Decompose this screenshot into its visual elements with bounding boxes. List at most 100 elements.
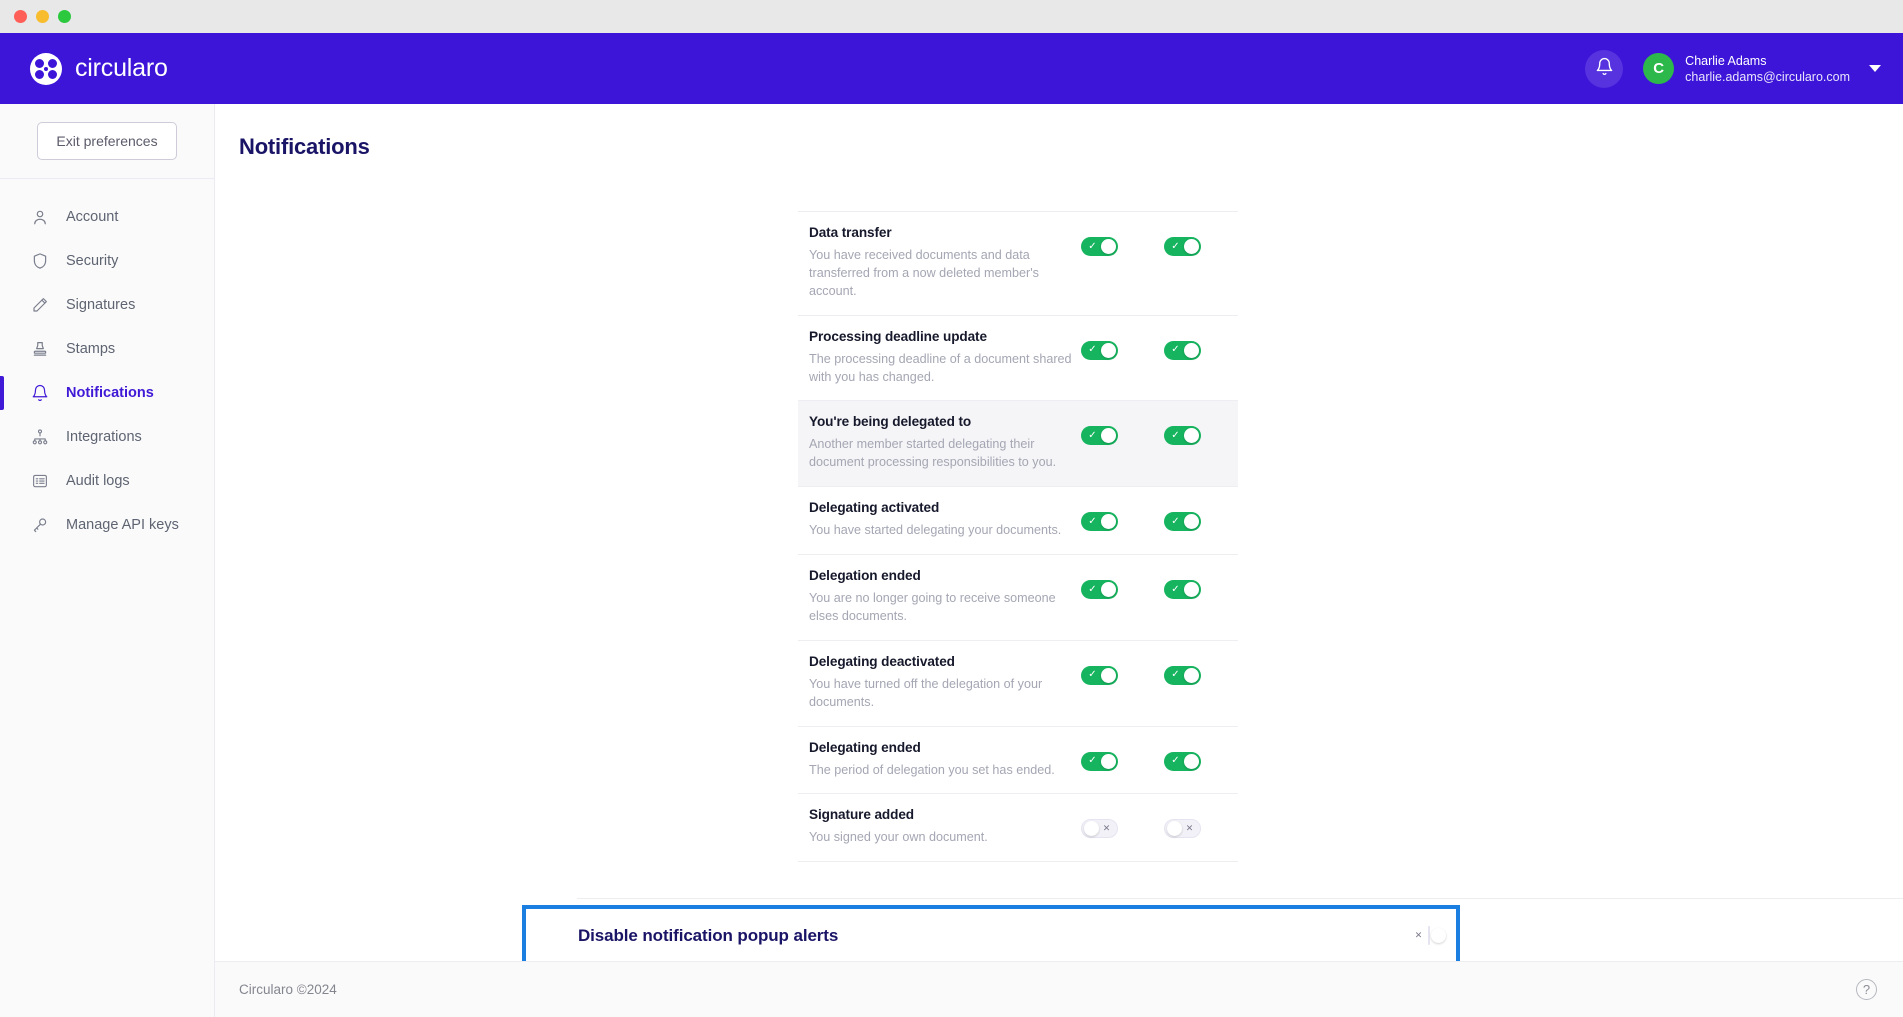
toggle-email[interactable]: ✓: [1081, 426, 1118, 445]
table-row[interactable]: Data transfer You have received document…: [798, 211, 1238, 316]
key-icon: [30, 515, 50, 535]
app-header: circularo C Charlie Adams charlie.adams@…: [0, 33, 1903, 104]
sidebar-item-label: Audit logs: [66, 473, 130, 489]
sidebar-item-label: Signatures: [66, 297, 135, 313]
toggle-email[interactable]: ✓: [1081, 580, 1118, 599]
stamp-icon: [30, 339, 50, 359]
table-row[interactable]: You're being delegated to Another member…: [798, 401, 1238, 487]
check-icon: ✓: [1167, 237, 1184, 256]
notification-settings-list: Data transfer You have received document…: [798, 211, 1238, 862]
shield-icon: [30, 251, 50, 271]
toggle-app[interactable]: ✓: [1164, 237, 1201, 256]
page-header: Notifications: [215, 104, 1903, 178]
toggle-app[interactable]: ✓: [1164, 426, 1201, 445]
sidebar-item-manage-api-keys[interactable]: Manage API keys: [0, 503, 214, 547]
toggle-email[interactable]: ✓: [1081, 237, 1118, 256]
bell-icon: [1595, 57, 1614, 81]
row-description: You signed your own document.: [809, 829, 1081, 847]
toggle-app[interactable]: ✓: [1164, 512, 1201, 531]
check-icon: ✓: [1084, 752, 1101, 771]
toggle-app[interactable]: ✓: [1164, 580, 1201, 599]
pencil-icon: [30, 295, 50, 315]
sidebar-item-stamps[interactable]: Stamps: [0, 327, 214, 371]
table-row[interactable]: Signature added You signed your own docu…: [798, 794, 1238, 862]
sidebar-item-label: Stamps: [66, 341, 115, 357]
check-icon: ✓: [1084, 666, 1101, 685]
close-icon: ✕: [1181, 820, 1198, 837]
check-icon: ✓: [1084, 341, 1101, 360]
toggle-app[interactable]: ✕: [1164, 819, 1201, 838]
table-row[interactable]: Processing deadline update The processin…: [798, 316, 1238, 402]
question-mark-icon[interactable]: ?: [1856, 979, 1877, 1000]
list-icon: [30, 471, 50, 491]
row-title: Delegating activated: [809, 500, 1081, 515]
sidebar-item-security[interactable]: Security: [0, 239, 214, 283]
exit-preferences-button[interactable]: Exit preferences: [37, 122, 176, 160]
check-icon: ✓: [1084, 426, 1101, 445]
sidebar-item-signatures[interactable]: Signatures: [0, 283, 214, 327]
row-title: You're being delegated to: [809, 414, 1081, 429]
toggle-email[interactable]: ✕: [1081, 819, 1118, 838]
notifications-bell-button[interactable]: [1585, 50, 1623, 88]
sitemap-icon: [30, 427, 50, 447]
avatar: C: [1643, 53, 1674, 84]
window-close-button[interactable]: [14, 10, 27, 23]
sidebar-item-notifications[interactable]: Notifications: [0, 371, 214, 415]
user-icon: [30, 207, 50, 227]
table-row[interactable]: Delegating deactivated You have turned o…: [798, 641, 1238, 727]
table-row[interactable]: Delegating activated You have started de…: [798, 487, 1238, 555]
brand-name: circularo: [75, 54, 168, 83]
toggle-app[interactable]: ✓: [1164, 666, 1201, 685]
row-title: Delegating deactivated: [809, 654, 1081, 669]
check-icon: ✓: [1167, 752, 1184, 771]
row-title: Delegation ended: [809, 568, 1081, 583]
bell-icon: [30, 383, 50, 403]
user-menu[interactable]: C Charlie Adams charlie.adams@circularo.…: [1643, 53, 1881, 85]
row-description: You have turned off the delegation of yo…: [809, 676, 1081, 712]
section-divider: [577, 898, 1903, 899]
toggle-email[interactable]: ✓: [1081, 752, 1118, 771]
check-icon: ✓: [1084, 512, 1101, 531]
window-maximize-button[interactable]: [58, 10, 71, 23]
row-title: Signature added: [809, 807, 1081, 822]
toggle-app[interactable]: ✓: [1164, 341, 1201, 360]
toggle-disable-popup-alerts[interactable]: ✕: [1428, 926, 1430, 945]
sidebar-item-label: Manage API keys: [66, 517, 179, 533]
disable-popup-alerts-label: Disable notification popup alerts: [578, 926, 838, 946]
toggle-email[interactable]: ✓: [1081, 512, 1118, 531]
sidebar-item-label: Account: [66, 209, 118, 225]
sidebar-item-label: Notifications: [66, 385, 154, 401]
chevron-down-icon[interactable]: [1869, 65, 1881, 72]
user-email: charlie.adams@circularo.com: [1685, 69, 1850, 85]
row-description: You have started delegating your documen…: [809, 522, 1081, 540]
disable-popup-alerts-row[interactable]: Disable notification popup alerts ✕: [522, 905, 1460, 961]
main-content: Notifications Data transfer You have rec…: [215, 104, 1903, 1017]
check-icon: ✓: [1167, 426, 1184, 445]
check-icon: ✓: [1167, 580, 1184, 599]
row-title: Delegating ended: [809, 740, 1081, 755]
check-icon: ✓: [1084, 237, 1101, 256]
row-description: The period of delegation you set has end…: [809, 762, 1081, 780]
brand-logo[interactable]: circularo: [30, 53, 168, 85]
row-description: Another member started delegating their …: [809, 436, 1081, 472]
check-icon: ✓: [1167, 341, 1184, 360]
toggle-email[interactable]: ✓: [1081, 666, 1118, 685]
circularo-logo-icon: [30, 53, 62, 85]
row-description: You have received documents and data tra…: [809, 247, 1081, 301]
window-minimize-button[interactable]: [36, 10, 49, 23]
close-icon: ✕: [1410, 927, 1427, 944]
toggle-app[interactable]: ✓: [1164, 752, 1201, 771]
row-description: The processing deadline of a document sh…: [809, 351, 1081, 387]
user-name: Charlie Adams: [1685, 53, 1850, 69]
sidebar-item-audit-logs[interactable]: Audit logs: [0, 459, 214, 503]
row-title: Data transfer: [809, 225, 1081, 240]
table-row[interactable]: Delegation ended You are no longer going…: [798, 555, 1238, 641]
window-titlebar: [0, 0, 1903, 33]
exit-preferences-area: Exit preferences: [0, 104, 214, 179]
check-icon: ✓: [1167, 666, 1184, 685]
toggle-email[interactable]: ✓: [1081, 341, 1118, 360]
sidebar-item-integrations[interactable]: Integrations: [0, 415, 214, 459]
sidebar-item-account[interactable]: Account: [0, 195, 214, 239]
table-row[interactable]: Delegating ended The period of delegatio…: [798, 727, 1238, 795]
sidebar-item-label: Security: [66, 253, 118, 269]
